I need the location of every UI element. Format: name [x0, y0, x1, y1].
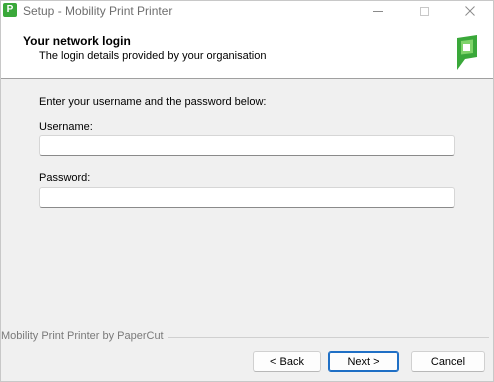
next-button[interactable]: Next > [328, 351, 399, 372]
username-input[interactable] [39, 135, 455, 156]
password-label: Password: [39, 172, 91, 184]
maximize-icon [419, 6, 429, 16]
setup-window: P Setup - Mobility Print Printer Your ne… [0, 0, 494, 382]
page-title: Your network login [23, 34, 131, 48]
close-button[interactable] [447, 1, 493, 21]
close-icon [465, 6, 475, 16]
login-prompt: Enter your username and the password bel… [39, 96, 267, 108]
password-input[interactable] [39, 187, 455, 208]
title-bar[interactable]: P Setup - Mobility Print Printer [1, 1, 493, 21]
papercut-app-icon: P [3, 3, 17, 17]
minimize-icon [373, 10, 383, 12]
cancel-button[interactable]: Cancel [411, 351, 485, 372]
minimize-button[interactable] [355, 1, 401, 21]
papercut-logo-icon [457, 35, 477, 70]
page-subtitle: The login details provided by your organ… [39, 50, 267, 62]
brand-text: Mobility Print Printer by PaperCut [1, 330, 168, 342]
back-button[interactable]: < Back [253, 351, 321, 372]
wizard-header: Your network login The login details pro… [1, 21, 493, 79]
brand-footer: Mobility Print Printer by PaperCut [1, 330, 493, 342]
window-title: Setup - Mobility Print Printer [23, 4, 173, 18]
brand-divider [151, 337, 489, 338]
maximize-button [401, 1, 447, 21]
username-label: Username: [39, 121, 93, 133]
app-icon-letter: P [6, 4, 14, 15]
